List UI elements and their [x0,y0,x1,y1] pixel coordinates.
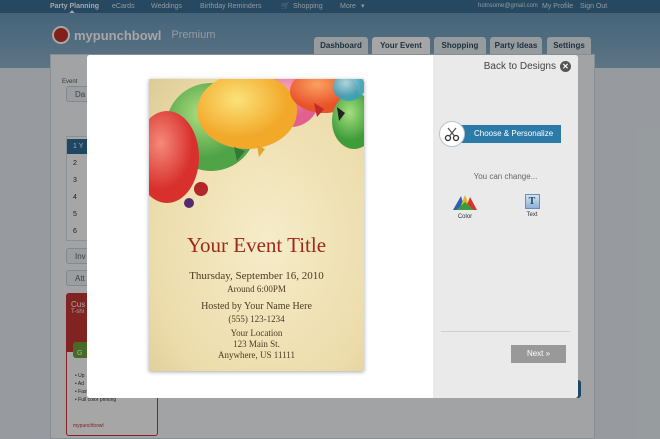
invitation-street: 123 Main St. [233,339,280,349]
text-icon: T [524,194,540,209]
next-button[interactable]: Next » [511,345,566,363]
invitation-date: Thursday, September 16, 2010 [189,270,324,282]
you-can-change-label: You can change... [473,172,538,181]
options-divider [441,331,570,332]
text-option-label: Text [526,212,538,218]
invitation-title: Your Event Title [186,233,327,257]
color-swatch-icon [453,195,477,210]
scissors-icon [439,121,465,147]
close-icon[interactable]: ✕ [560,61,571,72]
choose-personalize-label: Choose & Personalize [451,125,561,143]
back-to-designs-button[interactable]: Back to Designs ✕ [484,61,571,72]
invitation-host: Hosted by Your Name Here [201,301,312,312]
color-option[interactable]: Color [447,192,483,220]
design-preview-modal: Your Event Title Thursday, September 16,… [87,55,578,398]
design-options-pane: Choose & Personalize You can change... C… [433,55,578,398]
invitation-location: Your Location [230,328,283,338]
design-preview-pane: Your Event Title Thursday, September 16,… [87,55,433,398]
invitation-city: Anywhere, US 11111 [218,350,295,360]
invitation-preview: Your Event Title Thursday, September 16,… [149,79,364,371]
color-option-label: Color [457,214,473,220]
choose-personalize-button[interactable]: Choose & Personalize [439,121,561,147]
back-to-designs-label: Back to Designs [483,61,556,72]
text-option[interactable]: T Text [514,192,550,218]
invitation-phone: (555) 123-1234 [228,314,285,324]
invitation-time: Around 6:00PM [227,284,286,294]
